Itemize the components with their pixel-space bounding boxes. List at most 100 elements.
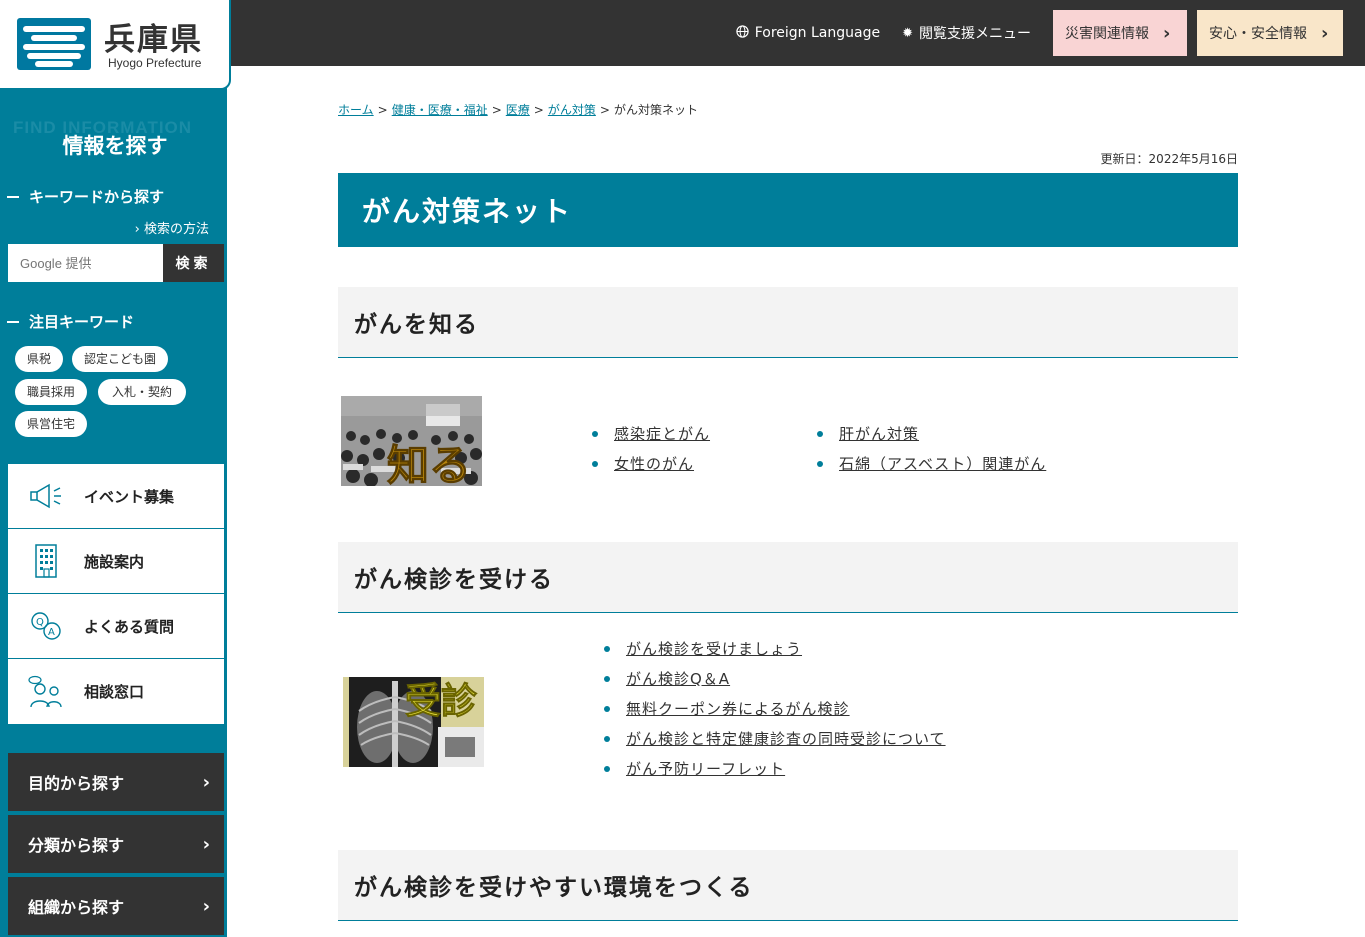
facility-guide-label: 施設案内 bbox=[84, 552, 145, 571]
list-item: 肝がん対策 bbox=[817, 419, 1046, 449]
how-to-search-link[interactable]: › 検索の方法 bbox=[135, 218, 209, 237]
bullet-icon bbox=[592, 431, 598, 437]
gear-icon: ✹ bbox=[902, 25, 913, 41]
keyword-search-heading-label: キーワードから探す bbox=[29, 188, 165, 206]
chevron-right-icon: › bbox=[134, 222, 140, 237]
link-liver-cancer[interactable]: 肝がん対策 bbox=[839, 419, 919, 449]
hyogo-emblem-icon bbox=[17, 18, 91, 70]
accessibility-menu-link[interactable]: ✹ 閲覧支援メニュー bbox=[902, 23, 1031, 43]
list-item: 石綿（アスベスト）関連がん bbox=[817, 449, 1046, 479]
bullet-icon bbox=[604, 646, 610, 652]
foreign-language-link[interactable]: Foreign Language bbox=[736, 24, 881, 42]
featured-keywords-heading: 注目キーワード bbox=[7, 311, 134, 332]
foreign-language-label: Foreign Language bbox=[754, 25, 881, 41]
link-screening-qa[interactable]: がん検診Q＆A bbox=[626, 664, 730, 694]
search-input[interactable] bbox=[8, 244, 163, 282]
search-form: 検索 bbox=[8, 244, 224, 282]
breadcrumb-link-medical[interactable]: 医療 bbox=[506, 103, 530, 117]
bullet-icon bbox=[817, 431, 823, 437]
dash-icon bbox=[7, 195, 19, 198]
know-links-col2: 肝がん対策 石綿（アスベスト）関連がん bbox=[817, 419, 1046, 479]
search-by-purpose-label: 目的から探す bbox=[28, 774, 125, 793]
search-by-category-button[interactable]: 分類から探す › bbox=[8, 815, 224, 873]
megaphone-icon bbox=[8, 483, 84, 509]
safety-info-label: 安心・安全情報 bbox=[1209, 26, 1307, 42]
list-item: 女性のがん bbox=[592, 449, 710, 479]
bullet-icon bbox=[604, 676, 610, 682]
how-to-search-label: 検索の方法 bbox=[143, 222, 209, 237]
link-prevention-leaflet[interactable]: がん予防リーフレット bbox=[626, 754, 785, 784]
qa-icon: QA bbox=[8, 610, 84, 642]
section-heading-know: がんを知る bbox=[338, 287, 1238, 358]
link-women-cancer[interactable]: 女性のがん bbox=[614, 449, 694, 479]
keyword-tag[interactable]: 認定こども園 bbox=[72, 346, 169, 372]
bullet-icon bbox=[817, 461, 823, 467]
know-thumbnail-text: 知る bbox=[387, 441, 471, 486]
breadcrumb: ホーム > 健康・医療・福祉 > 医療 > がん対策 > がん対策ネット bbox=[338, 103, 698, 117]
find-info-title: 情報を探す bbox=[62, 134, 168, 158]
faq-link[interactable]: QA よくある質問 bbox=[8, 594, 224, 659]
bullet-icon bbox=[604, 706, 610, 712]
page-title: がん対策ネット bbox=[338, 173, 1238, 247]
keyword-tag[interactable]: 県営住宅 bbox=[15, 411, 88, 437]
search-button[interactable]: 検索 bbox=[163, 244, 224, 282]
link-asbestos-cancer[interactable]: 石綿（アスベスト）関連がん bbox=[839, 449, 1046, 479]
search-by-category-label: 分類から探す bbox=[28, 836, 125, 855]
chevron-right-icon: › bbox=[1163, 22, 1171, 44]
list-item: がん予防リーフレット bbox=[604, 754, 946, 784]
globe-icon bbox=[736, 24, 749, 42]
breadcrumb-link-cancer[interactable]: がん対策 bbox=[548, 103, 596, 117]
safety-info-button[interactable]: 安心・安全情報 › bbox=[1197, 10, 1343, 56]
sidebar: FIND INFORMATION 情報を探す キーワードから探す › 検索の方法… bbox=[0, 66, 227, 937]
logo-japanese-text: 兵庫県 bbox=[104, 22, 203, 58]
event-recruitment-label: イベント募集 bbox=[84, 487, 175, 506]
list-item: 無料クーポン券によるがん検診 bbox=[604, 694, 946, 724]
breadcrumb-link-home[interactable]: ホーム bbox=[338, 103, 374, 117]
chevron-right-icon: › bbox=[202, 771, 210, 793]
building-icon bbox=[8, 543, 84, 579]
link-infection-cancer[interactable]: 感染症とがん bbox=[614, 419, 710, 449]
link-free-coupon[interactable]: 無料クーポン券によるがん検診 bbox=[626, 694, 850, 724]
breadcrumb-link-health[interactable]: 健康・医療・福祉 bbox=[392, 103, 488, 117]
header-nav: Foreign Language ✹ 閲覧支援メニュー 災害関連情報 › 安心・… bbox=[736, 10, 1343, 56]
list-item: がん検診を受けましょう bbox=[604, 634, 946, 664]
list-item: がん検診Q＆A bbox=[604, 664, 946, 694]
search-by-purpose-button[interactable]: 目的から探す › bbox=[8, 753, 224, 811]
bullet-icon bbox=[604, 766, 610, 772]
keyword-tag[interactable]: 職員採用 bbox=[15, 379, 88, 405]
know-links-col1: 感染症とがん 女性のがん bbox=[592, 419, 710, 479]
faq-label: よくある質問 bbox=[84, 617, 175, 636]
svg-text:A: A bbox=[48, 627, 55, 638]
link-get-screened[interactable]: がん検診を受けましょう bbox=[626, 634, 802, 664]
section-heading-screening: がん検診を受ける bbox=[338, 542, 1238, 613]
keyword-search-heading: キーワードから探す bbox=[7, 186, 164, 207]
svg-text:Q: Q bbox=[36, 617, 44, 628]
accessibility-menu-label: 閲覧支援メニュー bbox=[919, 26, 1031, 42]
keyword-tag[interactable]: 入札・契約 bbox=[98, 379, 187, 405]
consultation-desk-label: 相談窓口 bbox=[84, 683, 145, 701]
chevron-right-icon: › bbox=[202, 895, 210, 917]
logo-english-text: Hyogo Prefecture bbox=[108, 56, 202, 70]
search-by-organization-button[interactable]: 組織から探す › bbox=[8, 877, 224, 935]
screening-links: がん検診を受けましょう がん検診Q＆A 無料クーポン券によるがん検診 がん検診と… bbox=[604, 634, 946, 784]
list-item: がん検診と特定健康診査の同時受診について bbox=[604, 724, 946, 754]
featured-keywords-heading-label: 注目キーワード bbox=[29, 313, 135, 331]
bullet-icon bbox=[592, 461, 598, 467]
keyword-tag[interactable]: 県税 bbox=[15, 346, 64, 372]
know-thumbnail-image[interactable]: 知る bbox=[341, 396, 482, 486]
dash-icon bbox=[7, 320, 19, 323]
consultation-desk-link[interactable]: 相談窓口 bbox=[8, 659, 224, 724]
event-recruitment-link[interactable]: イベント募集 bbox=[8, 464, 224, 529]
list-item: 感染症とがん bbox=[592, 419, 710, 449]
disaster-info-label: 災害関連情報 bbox=[1065, 26, 1149, 42]
bullet-icon bbox=[604, 736, 610, 742]
screening-thumbnail-text: 受診 bbox=[405, 681, 478, 722]
section-heading-environment: がん検診を受けやすい環境をつくる bbox=[338, 850, 1238, 921]
facility-guide-link[interactable]: 施設案内 bbox=[8, 529, 224, 594]
link-simultaneous-checkup[interactable]: がん検診と特定健康診査の同時受診について bbox=[626, 724, 946, 754]
search-by-organization-label: 組織から探す bbox=[28, 898, 125, 917]
disaster-info-button[interactable]: 災害関連情報 › bbox=[1053, 10, 1187, 56]
site-logo[interactable]: 兵庫県 Hyogo Prefecture bbox=[0, 0, 231, 90]
breadcrumb-current: がん対策ネット bbox=[613, 103, 698, 117]
screening-thumbnail-image[interactable]: 受診 bbox=[343, 677, 484, 767]
